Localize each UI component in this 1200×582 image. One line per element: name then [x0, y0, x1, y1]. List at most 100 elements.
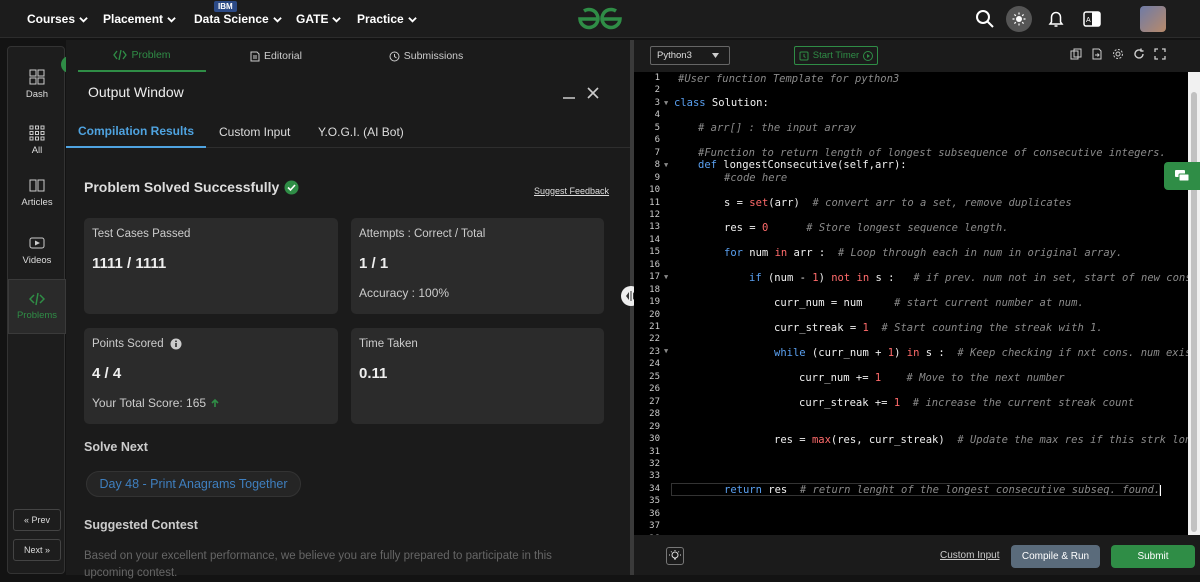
sidebar-item-label: Problems: [16, 310, 58, 321]
solve-next-link[interactable]: Day 48 - Print Anagrams Together: [86, 471, 301, 497]
code-text: ): [894, 347, 907, 359]
custom-input-link[interactable]: Custom Input: [940, 550, 999, 561]
time-value: 0.11: [359, 365, 388, 382]
line-number: 31: [649, 446, 660, 457]
reset-icon[interactable]: [1133, 48, 1145, 60]
test-cases-label: Test Cases Passed: [92, 228, 191, 240]
language-value: Python3: [657, 50, 692, 61]
nav-courses[interactable]: Courses: [27, 12, 88, 26]
bell-icon[interactable]: [1046, 9, 1066, 29]
code-text: res: [761, 484, 788, 496]
chat-icon: [1175, 170, 1190, 182]
search-icon[interactable]: [975, 9, 995, 29]
close-icon[interactable]: [586, 86, 600, 100]
sidebar-item-videos[interactable]: Videos: [8, 235, 66, 266]
fold-arrow-icon[interactable]: ▼: [664, 99, 668, 107]
code-comment: #User function Template for python3: [678, 73, 900, 85]
line-number: 35: [649, 496, 660, 507]
code-comment: #code here: [724, 172, 788, 184]
code-text: curr_streak =: [774, 322, 863, 334]
test-cases-value: 1111 / 1111: [92, 255, 167, 272]
nav-placement[interactable]: Placement: [103, 12, 176, 26]
line-number: 9: [654, 172, 660, 183]
code-editor[interactable]: 1 2 3 4 5 6 7 8 9 10 11 12 13 14 15 16 17 18 19 20 21 22 23 24 2…: [634, 72, 1200, 535]
code-line-19: curr_num = num # start current number at…: [774, 296, 1084, 310]
submit-button[interactable]: Submit: [1111, 545, 1195, 568]
fold-arrow-icon[interactable]: ▼: [664, 273, 668, 281]
start-timer-label: Start Timer: [812, 50, 860, 61]
line-number: 33: [649, 471, 660, 482]
next-button[interactable]: Next »: [13, 539, 61, 561]
sidebar-item-problems[interactable]: Problems: [8, 279, 66, 334]
user-avatar[interactable]: [1140, 6, 1166, 32]
nav-data-science-label: Data Science: [194, 12, 269, 26]
code-line-17: if (num - 1) not in s : # if prev. num n…: [749, 271, 1198, 285]
nav-practice[interactable]: Practice: [357, 12, 417, 26]
tab-problem[interactable]: Problem: [78, 40, 206, 72]
line-number: 18: [649, 284, 660, 295]
line-number: 3: [654, 97, 660, 108]
time-card: Time Taken 0.11: [351, 328, 604, 424]
compile-run-button[interactable]: Compile & Run: [1011, 545, 1100, 568]
sidebar-item-articles[interactable]: Articles: [8, 177, 66, 208]
code-line-27: curr_streak += 1 # increase the current …: [799, 396, 1134, 410]
code-comment: # Move to the next number: [881, 372, 1065, 384]
editor-scrollbar-thumb[interactable]: [1191, 92, 1197, 532]
code-line-5: # arr[] : the input array: [698, 121, 856, 135]
tab-compilation-results[interactable]: Compilation Results: [66, 116, 206, 148]
line-number-gutter: 1 2 3 4 5 6 7 8 9 10 11 12 13 14 15 16 17 18 19 20 21 22 23 24 2…: [634, 72, 674, 535]
fullscreen-icon[interactable]: [1154, 48, 1166, 60]
nav-courses-label: Courses: [27, 12, 76, 26]
code-line-8: def longestConsecutive(self,arr):: [698, 158, 907, 172]
code-keyword: def: [698, 159, 717, 171]
fold-arrow-icon[interactable]: ▼: [664, 161, 668, 169]
hint-button[interactable]: [666, 547, 684, 565]
line-number: 25: [649, 371, 660, 382]
nav-placement-label: Placement: [103, 12, 164, 26]
line-number: 30: [649, 434, 660, 445]
code-text: (curr_num +: [805, 347, 888, 359]
line-number: 1: [654, 73, 660, 83]
sidebar-item-label: Dash: [25, 89, 49, 100]
copy-icon[interactable]: [1070, 48, 1082, 60]
check-circle-icon: [284, 180, 299, 194]
code-operator: not in: [831, 272, 870, 284]
code-comment: # convert arr to a set, remove duplicate…: [799, 197, 1072, 209]
sun-icon: [1012, 12, 1026, 26]
code-keyword: return: [724, 484, 762, 496]
tab-editorial[interactable]: Editorial: [226, 40, 326, 72]
sidebar-item-dash[interactable]: Dash: [8, 69, 66, 100]
editor-action-bar: Custom Input Compile & Run Submit: [634, 535, 1200, 575]
nav-gate[interactable]: GATE: [296, 12, 342, 26]
code-comment: # Start counting the streak with 1.: [868, 322, 1103, 334]
dashboard-icon: [29, 69, 45, 85]
sidebar-item-all[interactable]: All: [8, 125, 66, 156]
prev-button[interactable]: « Prev: [13, 509, 61, 531]
theme-toggle-button[interactable]: [1006, 6, 1032, 32]
tab-yogi-ai-bot[interactable]: Y.O.G.I. (AI Bot): [318, 116, 404, 148]
geeksforgeeks-logo[interactable]: [576, 6, 624, 32]
settings-icon[interactable]: [1112, 48, 1124, 60]
info-icon[interactable]: [170, 338, 182, 350]
code-text: s =: [724, 197, 750, 209]
language-select[interactable]: Python3: [650, 46, 730, 65]
line-number: 16: [649, 259, 660, 270]
output-tabs: Compilation Results Custom Input Y.O.G.I…: [66, 116, 630, 148]
code-comment: # Loop through each in num in original a…: [825, 247, 1123, 259]
tab-submissions[interactable]: Submissions: [366, 40, 486, 72]
fold-arrow-icon[interactable]: ▼: [664, 347, 668, 355]
arrow-up-icon: [211, 398, 219, 407]
translate-icon[interactable]: A: [1082, 9, 1102, 29]
nav-data-science[interactable]: Data Science: [194, 12, 282, 26]
tab-custom-input[interactable]: Custom Input: [219, 116, 290, 148]
import-icon[interactable]: [1091, 48, 1103, 60]
chat-button[interactable]: [1164, 162, 1200, 190]
code-text: arr :: [787, 247, 826, 259]
code-line-23: while (curr_num + 1) in s : # Keep check…: [774, 346, 1198, 360]
minimize-icon[interactable]: [562, 86, 576, 100]
start-timer-button[interactable]: Start Timer: [794, 46, 878, 65]
line-number: 32: [649, 458, 660, 469]
sidebar-item-label: Articles: [21, 197, 53, 208]
lightbulb-icon: [669, 550, 681, 560]
suggest-feedback-link[interactable]: Suggest Feedback: [534, 186, 609, 196]
